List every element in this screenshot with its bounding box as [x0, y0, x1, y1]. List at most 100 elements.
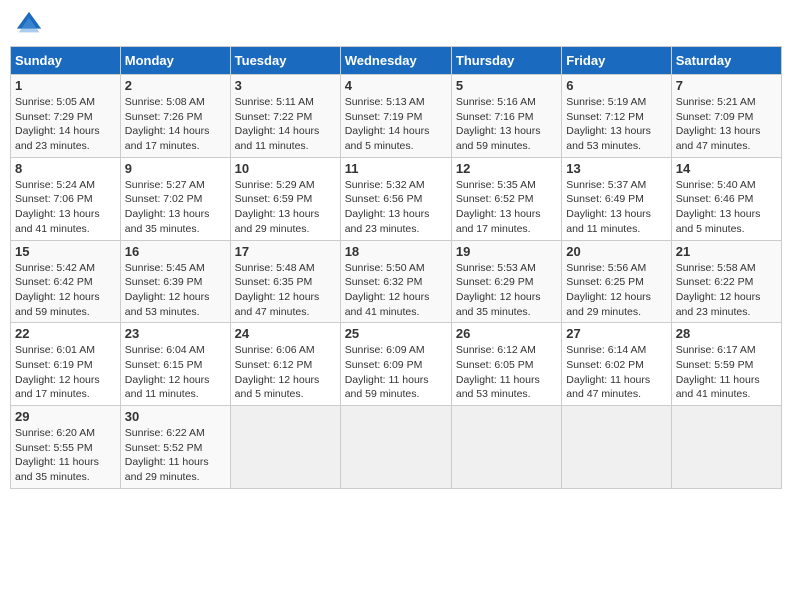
day-info: Sunrise: 5:16 AM Sunset: 7:16 PM Dayligh…	[456, 95, 557, 154]
day-number: 26	[456, 326, 557, 341]
day-number: 25	[345, 326, 447, 341]
dow-header: Thursday	[451, 47, 561, 75]
day-info: Sunrise: 5:08 AM Sunset: 7:26 PM Dayligh…	[125, 95, 226, 154]
day-info: Sunrise: 5:48 AM Sunset: 6:35 PM Dayligh…	[235, 261, 336, 320]
day-number: 18	[345, 244, 447, 259]
calendar-cell: 12 Sunrise: 5:35 AM Sunset: 6:52 PM Dayli…	[451, 157, 561, 240]
calendar-cell: 19 Sunrise: 5:53 AM Sunset: 6:29 PM Dayli…	[451, 240, 561, 323]
dow-header: Monday	[120, 47, 230, 75]
calendar-cell	[451, 406, 561, 489]
calendar-row: 29 Sunrise: 6:20 AM Sunset: 5:55 PM Dayli…	[11, 406, 782, 489]
calendar-row: 1Sunrise: 5:05 AM Sunset: 7:29 PM Daylig…	[11, 75, 782, 158]
day-info: Sunrise: 5:56 AM Sunset: 6:25 PM Dayligh…	[566, 261, 666, 320]
day-number: 4	[345, 78, 447, 93]
day-info: Sunrise: 5:21 AM Sunset: 7:09 PM Dayligh…	[676, 95, 777, 154]
calendar-cell: 29 Sunrise: 6:20 AM Sunset: 5:55 PM Dayli…	[11, 406, 121, 489]
calendar-cell	[230, 406, 340, 489]
dow-header: Friday	[562, 47, 671, 75]
day-info: Sunrise: 5:27 AM Sunset: 7:02 PM Dayligh…	[125, 178, 226, 237]
calendar-cell	[340, 406, 451, 489]
day-info: Sunrise: 5:32 AM Sunset: 6:56 PM Dayligh…	[345, 178, 447, 237]
calendar-cell	[671, 406, 781, 489]
calendar-cell: 18 Sunrise: 5:50 AM Sunset: 6:32 PM Dayli…	[340, 240, 451, 323]
calendar-cell: 15 Sunrise: 5:42 AM Sunset: 6:42 PM Dayli…	[11, 240, 121, 323]
calendar-cell: 17Sunrise: 5:48 AM Sunset: 6:35 PM Dayli…	[230, 240, 340, 323]
calendar-body: 1Sunrise: 5:05 AM Sunset: 7:29 PM Daylig…	[11, 75, 782, 489]
calendar-cell: 14Sunrise: 5:40 AM Sunset: 6:46 PM Dayli…	[671, 157, 781, 240]
day-number: 12	[456, 161, 557, 176]
page-header	[10, 10, 782, 38]
day-info: Sunrise: 5:35 AM Sunset: 6:52 PM Dayligh…	[456, 178, 557, 237]
calendar-cell: 22 Sunrise: 6:01 AM Sunset: 6:19 PM Dayli…	[11, 323, 121, 406]
calendar-cell	[562, 406, 671, 489]
calendar-cell: 5 Sunrise: 5:16 AM Sunset: 7:16 PM Daylig…	[451, 75, 561, 158]
day-number: 23	[125, 326, 226, 341]
calendar-cell: 9Sunrise: 5:27 AM Sunset: 7:02 PM Daylig…	[120, 157, 230, 240]
calendar-cell: 25 Sunrise: 6:09 AM Sunset: 6:09 PM Dayli…	[340, 323, 451, 406]
calendar-cell: 4 Sunrise: 5:13 AM Sunset: 7:19 PM Daylig…	[340, 75, 451, 158]
calendar-cell: 2 Sunrise: 5:08 AM Sunset: 7:26 PM Daylig…	[120, 75, 230, 158]
day-info: Sunrise: 5:50 AM Sunset: 6:32 PM Dayligh…	[345, 261, 447, 320]
day-info: Sunrise: 5:42 AM Sunset: 6:42 PM Dayligh…	[15, 261, 116, 320]
day-info: Sunrise: 6:12 AM Sunset: 6:05 PM Dayligh…	[456, 343, 557, 402]
dow-header: Tuesday	[230, 47, 340, 75]
day-number: 10	[235, 161, 336, 176]
calendar-cell: 3 Sunrise: 5:11 AM Sunset: 7:22 PM Daylig…	[230, 75, 340, 158]
day-info: Sunrise: 6:04 AM Sunset: 6:15 PM Dayligh…	[125, 343, 226, 402]
calendar-cell: 26 Sunrise: 6:12 AM Sunset: 6:05 PM Dayli…	[451, 323, 561, 406]
day-number: 21	[676, 244, 777, 259]
calendar-cell: 13 Sunrise: 5:37 AM Sunset: 6:49 PM Dayli…	[562, 157, 671, 240]
calendar-cell: 16Sunrise: 5:45 AM Sunset: 6:39 PM Dayli…	[120, 240, 230, 323]
day-number: 7	[676, 78, 777, 93]
day-number: 20	[566, 244, 666, 259]
dow-header: Saturday	[671, 47, 781, 75]
day-info: Sunrise: 5:53 AM Sunset: 6:29 PM Dayligh…	[456, 261, 557, 320]
dow-header: Wednesday	[340, 47, 451, 75]
calendar-cell: 7 Sunrise: 5:21 AM Sunset: 7:09 PM Daylig…	[671, 75, 781, 158]
day-number: 15	[15, 244, 116, 259]
day-number: 14	[676, 161, 777, 176]
calendar-row: 15 Sunrise: 5:42 AM Sunset: 6:42 PM Dayli…	[11, 240, 782, 323]
day-number: 24	[235, 326, 336, 341]
day-info: Sunrise: 5:24 AM Sunset: 7:06 PM Dayligh…	[15, 178, 116, 237]
day-info: Sunrise: 5:29 AM Sunset: 6:59 PM Dayligh…	[235, 178, 336, 237]
calendar-cell: 28 Sunrise: 6:17 AM Sunset: 5:59 PM Dayli…	[671, 323, 781, 406]
day-number: 1	[15, 78, 116, 93]
calendar-cell: 24 Sunrise: 6:06 AM Sunset: 6:12 PM Dayli…	[230, 323, 340, 406]
day-number: 28	[676, 326, 777, 341]
day-info: Sunrise: 6:06 AM Sunset: 6:12 PM Dayligh…	[235, 343, 336, 402]
day-number: 13	[566, 161, 666, 176]
calendar-cell: 21 Sunrise: 5:58 AM Sunset: 6:22 PM Dayli…	[671, 240, 781, 323]
day-number: 22	[15, 326, 116, 341]
calendar-row: 22 Sunrise: 6:01 AM Sunset: 6:19 PM Dayli…	[11, 323, 782, 406]
day-number: 30	[125, 409, 226, 424]
day-info: Sunrise: 5:58 AM Sunset: 6:22 PM Dayligh…	[676, 261, 777, 320]
calendar-cell: 10 Sunrise: 5:29 AM Sunset: 6:59 PM Dayli…	[230, 157, 340, 240]
day-number: 5	[456, 78, 557, 93]
day-number: 11	[345, 161, 447, 176]
day-info: Sunrise: 5:13 AM Sunset: 7:19 PM Dayligh…	[345, 95, 447, 154]
day-number: 16	[125, 244, 226, 259]
calendar-cell: 6Sunrise: 5:19 AM Sunset: 7:12 PM Daylig…	[562, 75, 671, 158]
days-of-week-row: SundayMondayTuesdayWednesdayThursdayFrid…	[11, 47, 782, 75]
calendar-cell: 20 Sunrise: 5:56 AM Sunset: 6:25 PM Dayli…	[562, 240, 671, 323]
day-info: Sunrise: 6:20 AM Sunset: 5:55 PM Dayligh…	[15, 426, 116, 485]
day-info: Sunrise: 5:11 AM Sunset: 7:22 PM Dayligh…	[235, 95, 336, 154]
logo	[15, 10, 47, 38]
day-number: 2	[125, 78, 226, 93]
day-number: 8	[15, 161, 116, 176]
day-info: Sunrise: 5:37 AM Sunset: 6:49 PM Dayligh…	[566, 178, 666, 237]
calendar-cell: 8 Sunrise: 5:24 AM Sunset: 7:06 PM Daylig…	[11, 157, 121, 240]
day-number: 3	[235, 78, 336, 93]
day-info: Sunrise: 6:09 AM Sunset: 6:09 PM Dayligh…	[345, 343, 447, 402]
logo-icon	[15, 10, 43, 38]
calendar-row: 8 Sunrise: 5:24 AM Sunset: 7:06 PM Daylig…	[11, 157, 782, 240]
day-number: 29	[15, 409, 116, 424]
day-number: 27	[566, 326, 666, 341]
calendar-cell: 1Sunrise: 5:05 AM Sunset: 7:29 PM Daylig…	[11, 75, 121, 158]
day-info: Sunrise: 6:17 AM Sunset: 5:59 PM Dayligh…	[676, 343, 777, 402]
calendar-table: SundayMondayTuesdayWednesdayThursdayFrid…	[10, 46, 782, 489]
day-number: 19	[456, 244, 557, 259]
day-info: Sunrise: 6:01 AM Sunset: 6:19 PM Dayligh…	[15, 343, 116, 402]
calendar-cell: 30Sunrise: 6:22 AM Sunset: 5:52 PM Dayli…	[120, 406, 230, 489]
